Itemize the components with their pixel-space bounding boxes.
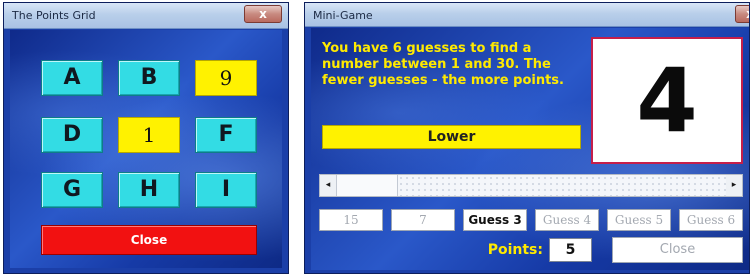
points-value: 5 bbox=[549, 238, 592, 262]
grid-value-cell: 1 bbox=[118, 117, 180, 153]
grid-button-d[interactable]: D bbox=[41, 117, 103, 153]
mini-game-titlebar[interactable]: Mini-Game x bbox=[305, 3, 749, 27]
grid-button-b[interactable]: B bbox=[118, 60, 180, 96]
grid-button-a[interactable]: A bbox=[41, 60, 103, 96]
guess-5-button[interactable]: Guess 5 bbox=[607, 209, 671, 231]
scrollbar-thumb[interactable] bbox=[336, 175, 398, 196]
guess-4-button[interactable]: Guess 4 bbox=[535, 209, 599, 231]
grid-value-cell: 9 bbox=[195, 60, 257, 96]
points-grid-close-x-button[interactable]: x bbox=[244, 5, 282, 23]
mini-game-window: Mini-Game x You have 6 guesses to find a… bbox=[304, 2, 750, 274]
grid-button-h[interactable]: H bbox=[118, 172, 180, 208]
close-icon: x bbox=[736, 6, 749, 22]
points-grid-close-button[interactable]: Close bbox=[41, 225, 257, 255]
guess-2-button[interactable]: 7 bbox=[391, 209, 455, 231]
grid-button-f[interactable]: F bbox=[195, 117, 257, 153]
game-instructions: You have 6 guesses to find a number betw… bbox=[322, 41, 564, 88]
close-icon: x bbox=[259, 7, 267, 21]
points-grid-titlebar[interactable]: The Points Grid x bbox=[4, 3, 288, 29]
scroll-right-icon[interactable]: ▸ bbox=[726, 175, 742, 196]
mini-game-close-button[interactable]: Close bbox=[612, 237, 743, 263]
mini-game-close-x-button[interactable]: x bbox=[735, 5, 749, 23]
guess-3-button[interactable]: Guess 3 bbox=[463, 209, 527, 231]
points-grid-window: The Points Grid x A B 9 D 1 F G H I Clos… bbox=[3, 2, 289, 274]
mini-game-title: Mini-Game bbox=[313, 9, 373, 22]
points-grid-title: The Points Grid bbox=[12, 9, 96, 22]
hint-bar: Lower bbox=[322, 125, 581, 149]
points-grid-body: A B 9 D 1 F G H I Close bbox=[10, 30, 282, 268]
guess-6-button[interactable]: Guess 6 bbox=[679, 209, 743, 231]
grid-button-i[interactable]: I bbox=[195, 172, 257, 208]
guess-scrollbar[interactable]: ◂ ▸ bbox=[319, 174, 743, 197]
scroll-left-icon[interactable]: ◂ bbox=[320, 175, 336, 196]
grid-button-g[interactable]: G bbox=[41, 172, 103, 208]
points-label: Points: bbox=[487, 242, 543, 258]
guess-1-button[interactable]: 15 bbox=[319, 209, 383, 231]
number-display: 4 bbox=[591, 37, 743, 164]
